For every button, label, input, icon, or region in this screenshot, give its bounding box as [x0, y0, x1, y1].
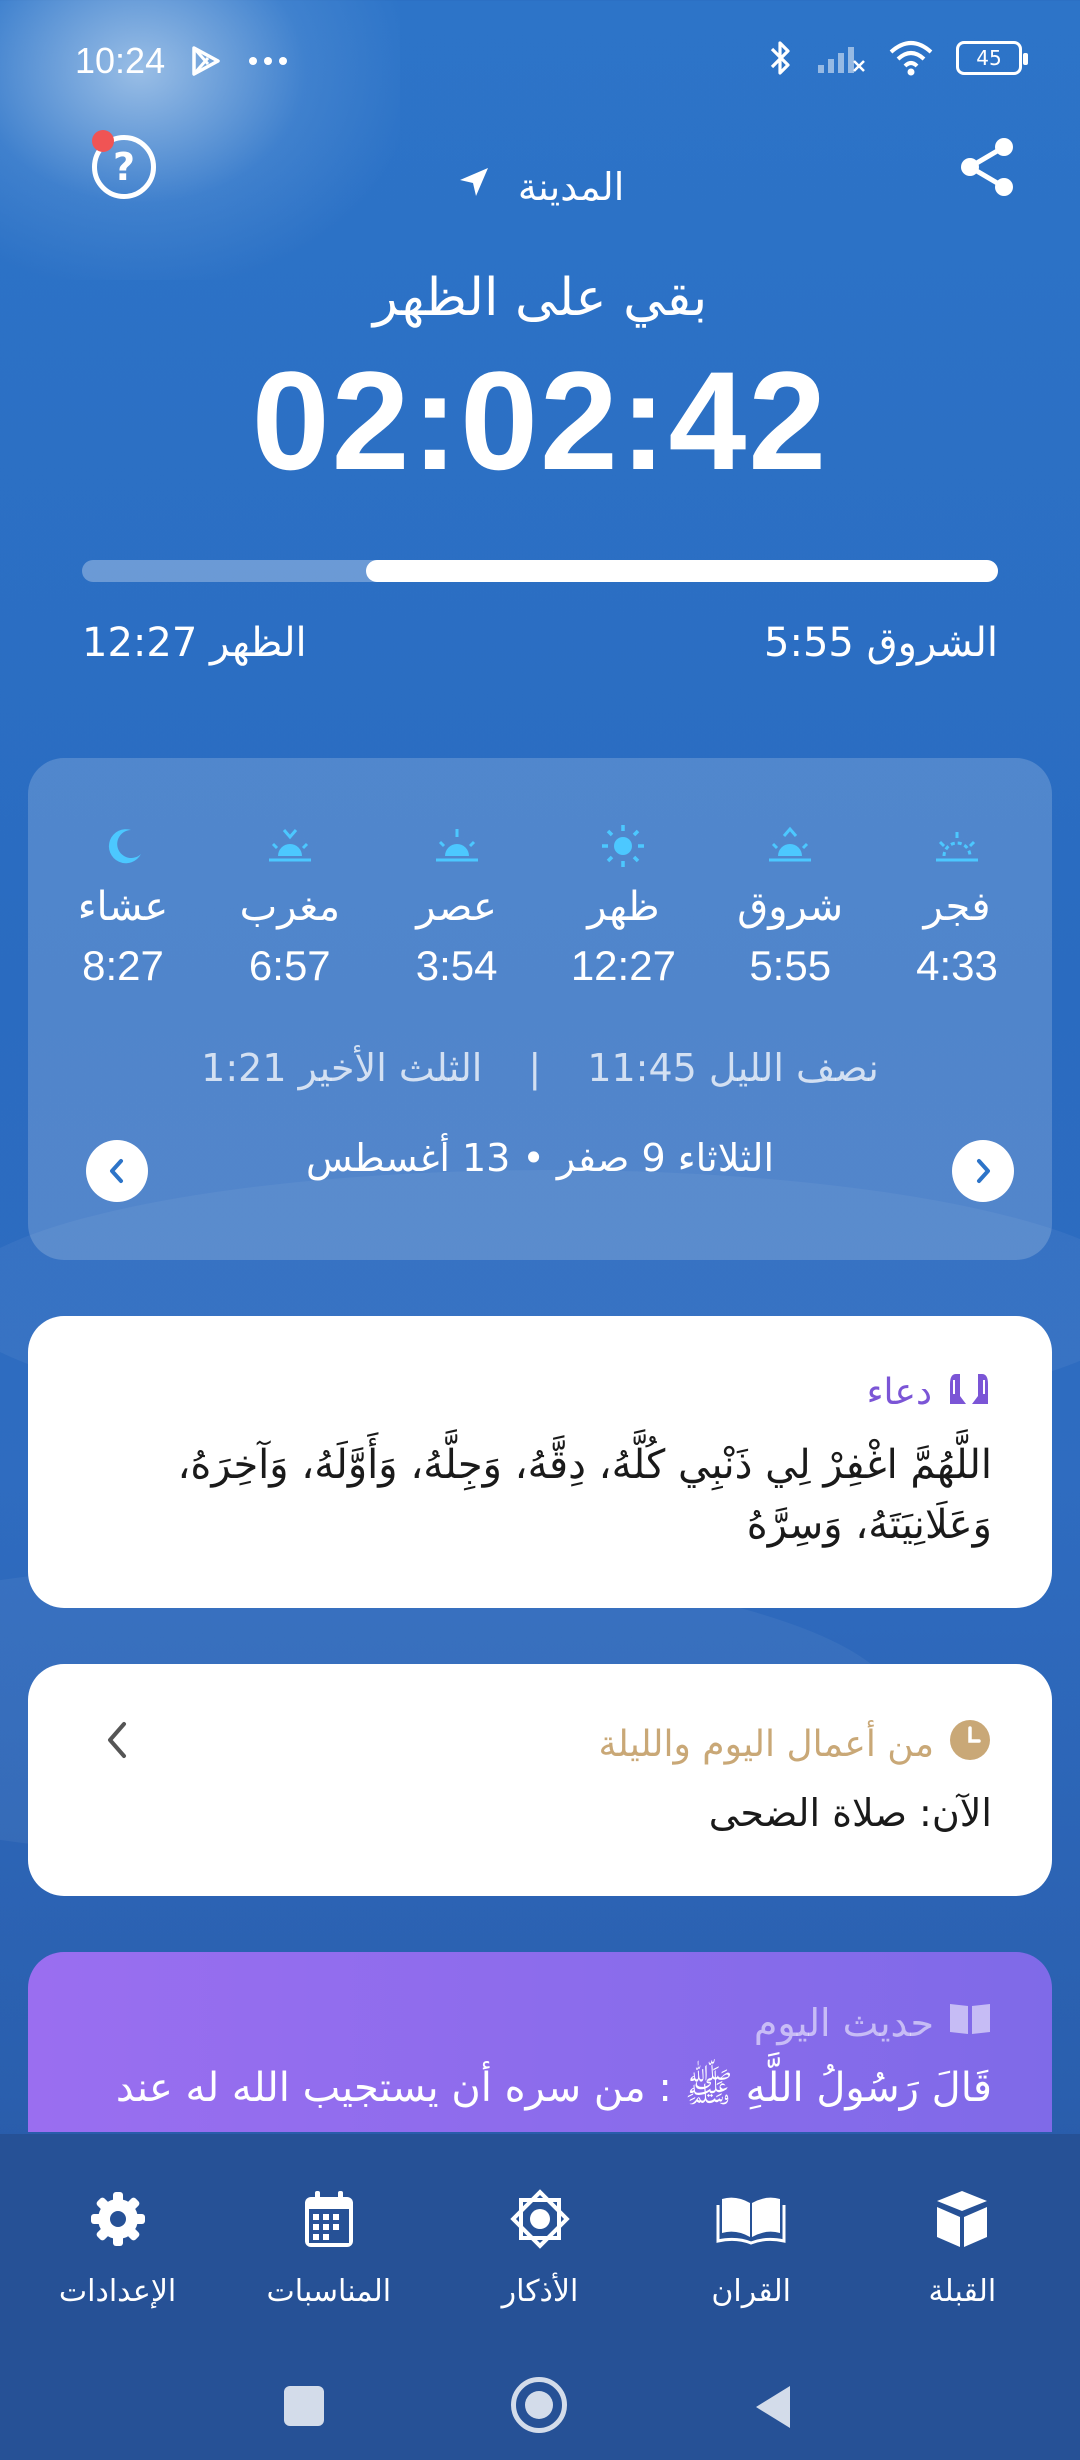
play-store-icon: [192, 46, 220, 76]
tab-label: القران: [711, 2274, 791, 2309]
dawn-icon: [882, 816, 1032, 876]
prayer-time: 3:54: [415, 942, 498, 989]
dua-title: دعاء: [866, 1372, 932, 1413]
previous-prayer-label: الشروق 5:55: [764, 620, 998, 666]
hadith-title: حديث اليوم: [753, 2000, 934, 2045]
prayer-times-card: فجر 4:33 شروق 5:55 ظهر 12:27 عصر 3:54 مغ…: [28, 758, 1052, 1260]
clock-icon: [948, 1718, 992, 1771]
tab-occasions[interactable]: المناسبات: [229, 2184, 429, 2309]
notification-dot: [92, 130, 114, 152]
tab-label: القبلة: [928, 2274, 997, 2309]
prayer-progress-bar: [82, 560, 998, 582]
sunset-icon: [215, 816, 365, 876]
prayer-time: 4:33: [916, 942, 998, 989]
current-deed: الآن: صلاة الضحى: [708, 1791, 992, 1835]
hadith-text: قَالَ رَسُولُ اللَّهِ ﷺ : من سره أن يستج…: [115, 2065, 992, 2111]
prayer-maghrib: مغرب 6:57: [215, 816, 365, 990]
chevron-left-icon: [102, 1718, 132, 1766]
city-name: المدينة: [517, 164, 625, 209]
battery-level: 45: [976, 46, 1002, 70]
sunrise-icon: [715, 816, 865, 876]
daily-deeds-card[interactable]: من أعمال اليوم والليلة الآن: صلاة الضحى: [28, 1664, 1052, 1896]
prayer-dhuhr: ظهر 12:27: [548, 816, 698, 990]
adhkar-star-icon: [440, 2184, 640, 2254]
remaining-label: بقي على الظهر: [372, 268, 708, 328]
cellular-signal-icon: [818, 47, 865, 73]
home-dot: [525, 2391, 553, 2419]
prayer-name: ظهر: [587, 884, 660, 930]
afternoon-sun-icon: [382, 816, 532, 876]
recent-apps-button[interactable]: [284, 2386, 324, 2426]
tab-label: المناسبات: [266, 2274, 392, 2309]
city-selector[interactable]: المدينة: [0, 162, 1080, 209]
tab-label: الإعدادات: [58, 2274, 177, 2309]
tab-label: الأذكار: [501, 2274, 579, 2309]
prayer-time: 5:55: [749, 942, 832, 989]
night-times: نصف الليل 11:45 | الثلث الأخير 1:21: [28, 1046, 1052, 1090]
location-arrow-icon: [456, 164, 492, 209]
tab-settings[interactable]: الإعدادات: [18, 2184, 218, 2309]
battery-indicator: 45: [956, 41, 1028, 75]
prayer-time: 12:27: [570, 942, 676, 989]
more-dots-icon: [249, 57, 287, 65]
bluetooth-icon: [770, 41, 790, 75]
kaaba-icon: [862, 2184, 1062, 2254]
prayer-time: 8:27: [82, 942, 164, 989]
next-prayer-label: الظهر 12:27: [82, 620, 307, 666]
tab-adhkar[interactable]: الأذكار: [440, 2184, 640, 2309]
prayer-isha: عشاء 8:27: [48, 816, 198, 990]
last-third-time: الثلث الأخير 1:21: [201, 1046, 483, 1090]
prayer-name: شروق: [737, 884, 844, 930]
deeds-title: من أعمال اليوم والليلة: [598, 1724, 934, 1765]
prayer-fajr: فجر 4:33: [882, 816, 1032, 990]
tab-qibla[interactable]: القبلة: [862, 2184, 1062, 2309]
countdown-timer: 02:02:42: [251, 342, 829, 499]
calendar-icon: [229, 2184, 429, 2254]
praying-hands-icon: [946, 1368, 992, 1417]
status-bar: 10:24 45: [0, 0, 1080, 130]
open-book-icon: [948, 2000, 992, 2045]
previous-day-button[interactable]: [86, 1140, 148, 1202]
share-button[interactable]: [958, 135, 1018, 199]
dua-card[interactable]: دعاء اللَّهُمَّ اغْفِرْ لِي ذَنْبِي كُلَ…: [28, 1316, 1052, 1608]
progress-fill: [365, 560, 998, 582]
system-navigation-bar: [0, 2354, 1080, 2454]
moon-icon: [48, 816, 198, 876]
back-button[interactable]: [752, 2384, 792, 2430]
dua-text: اللَّهُمَّ اغْفِرْ لِي ذَنْبِي كُلَّهُ، …: [177, 1442, 993, 1548]
prayer-name: فجر: [923, 884, 991, 930]
prayer-sunrise: شروق 5:55: [715, 816, 865, 990]
quran-book-icon: [651, 2184, 851, 2254]
status-time: 10:24: [75, 40, 166, 81]
home-button[interactable]: [511, 2377, 567, 2433]
midnight-time: نصف الليل 11:45: [587, 1046, 879, 1090]
prayer-name: عشاء: [77, 884, 169, 930]
tab-quran[interactable]: القران: [651, 2184, 851, 2309]
prayer-name: عصر: [416, 884, 497, 930]
prayer-time: 6:57: [248, 942, 331, 989]
share-icon: [961, 138, 1013, 196]
bottom-navigation: القبلة القران الأذكار المناسبات الإعدادا…: [0, 2134, 1080, 2460]
chevron-left-icon: [110, 1159, 123, 1183]
current-date: الثلاثاء 9 صفر • 13 أغسطس: [305, 1136, 775, 1180]
prayer-asr: عصر 3:54: [382, 816, 532, 990]
wifi-icon: [889, 41, 933, 76]
divider: |: [528, 1046, 542, 1090]
sun-icon: [548, 816, 698, 876]
hadith-card[interactable]: حديث اليوم قَالَ رَسُولُ اللَّهِ ﷺ : من …: [28, 1952, 1052, 2132]
prayer-name: مغرب: [239, 884, 341, 930]
settings-gear-icon: [18, 2184, 218, 2254]
